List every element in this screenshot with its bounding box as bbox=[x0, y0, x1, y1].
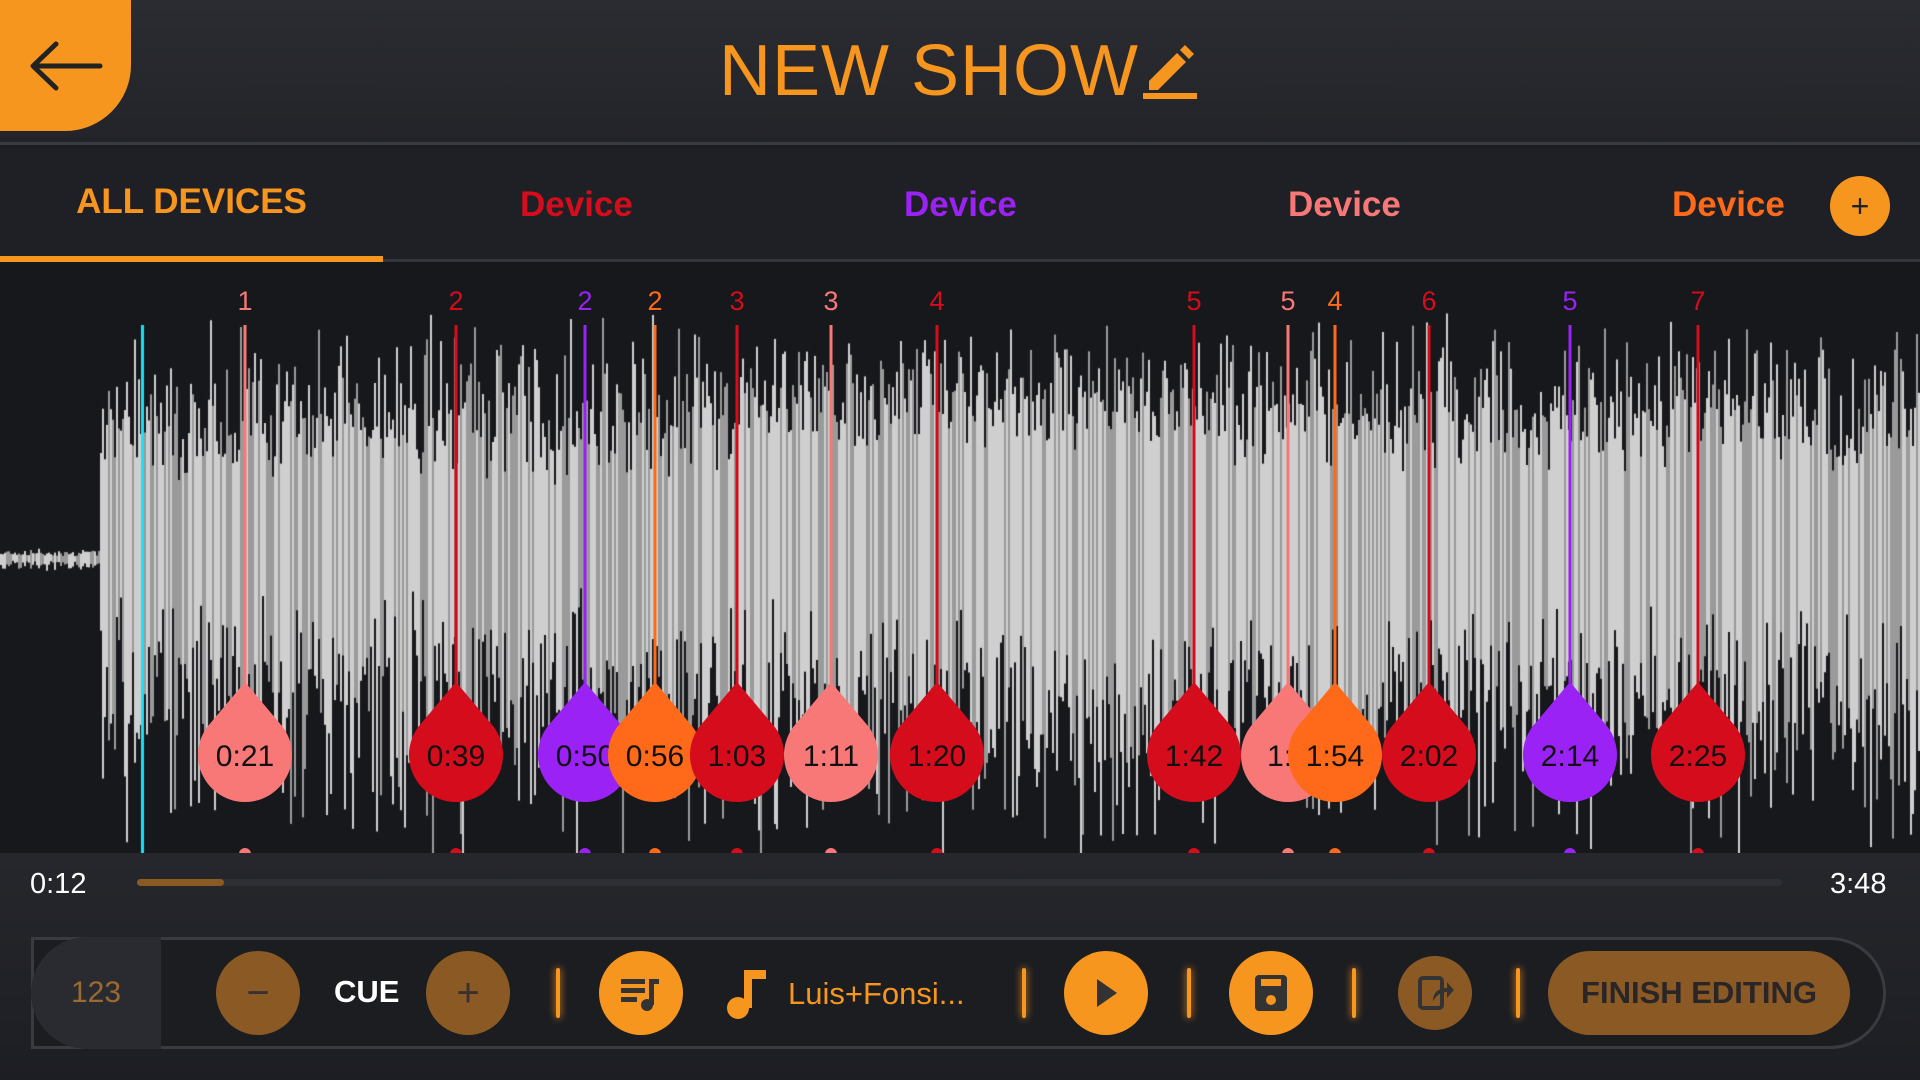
total-time: 3:48 bbox=[1830, 868, 1887, 900]
playlist-music-icon bbox=[621, 979, 659, 1011]
cue-number: 5 bbox=[1280, 286, 1295, 316]
cue-number: 2 bbox=[448, 286, 463, 316]
cue-line bbox=[829, 325, 833, 685]
cue-number: 4 bbox=[929, 286, 944, 316]
pencil-icon[interactable] bbox=[1139, 39, 1201, 101]
cue-line bbox=[454, 325, 458, 685]
cue-line bbox=[1333, 325, 1337, 685]
play-icon bbox=[1097, 979, 1117, 1007]
cue-plus-button[interactable]: + bbox=[426, 951, 510, 1035]
export-icon bbox=[1418, 976, 1454, 1010]
add-device-button[interactable]: + bbox=[1830, 176, 1890, 236]
cue-line bbox=[1192, 325, 1196, 685]
divider bbox=[1352, 968, 1356, 1018]
tab-device-4[interactable]: Device bbox=[1672, 148, 1785, 262]
divider bbox=[1516, 968, 1520, 1018]
song-selector[interactable]: Luis+Fonsi... bbox=[722, 968, 965, 1020]
cue-marker[interactable]: 4 1:20 bbox=[889, 286, 984, 860]
cue-marker[interactable]: 5 1:42 bbox=[1146, 286, 1241, 860]
cue-marker[interactable]: 4 1:54 bbox=[1287, 286, 1382, 860]
divider bbox=[1022, 968, 1026, 1018]
cue-time: 2:14 bbox=[1541, 740, 1599, 773]
cue-number-input[interactable]: 123 bbox=[31, 937, 161, 1049]
save-button[interactable] bbox=[1229, 951, 1313, 1035]
cue-markers: 1 0:21 2 0:39 2 0:50 2 0:56 3 1:03 3 1:11 4 1:20 5 1:42… bbox=[198, 286, 1745, 860]
save-icon bbox=[1255, 975, 1287, 1011]
tab-device-3[interactable]: Device bbox=[1288, 148, 1401, 262]
cue-marker[interactable]: 5 2:14 bbox=[1522, 286, 1617, 860]
cue-time: 0:50 bbox=[556, 740, 614, 773]
cue-time: 1:42 bbox=[1165, 740, 1223, 773]
cue-marker[interactable]: 2 0:56 bbox=[608, 286, 702, 860]
show-title[interactable]: NEW SHOW bbox=[0, 30, 1920, 112]
tab-device-1[interactable]: Device bbox=[520, 148, 633, 262]
cue-line bbox=[583, 325, 587, 685]
cue-number: 3 bbox=[729, 286, 744, 316]
cue-time: 1:03 bbox=[708, 740, 766, 773]
cue-line bbox=[243, 325, 247, 685]
divider bbox=[1187, 968, 1191, 1018]
export-button[interactable] bbox=[1398, 956, 1472, 1030]
tab-all-devices[interactable]: ALL DEVICES bbox=[0, 148, 383, 262]
music-note-icon bbox=[727, 970, 766, 1019]
cue-marker[interactable]: 3 1:11 bbox=[783, 286, 879, 860]
cue-line bbox=[1286, 325, 1290, 685]
cue-marker[interactable]: 2 0:39 bbox=[409, 286, 503, 860]
cue-line bbox=[1427, 325, 1431, 685]
progress-fill bbox=[137, 879, 225, 886]
divider bbox=[556, 968, 560, 1018]
cue-time: 0:39 bbox=[427, 740, 485, 773]
current-time: 0:12 bbox=[30, 868, 87, 900]
cue-marker[interactable]: 3 1:03 bbox=[690, 286, 784, 860]
cue-minus-button[interactable]: − bbox=[216, 951, 300, 1035]
progress-slider[interactable] bbox=[137, 879, 1782, 886]
header: NEW SHOW bbox=[0, 0, 1920, 145]
tab-device-2[interactable]: Device bbox=[904, 148, 1017, 262]
cue-time: 2:02 bbox=[1400, 740, 1458, 773]
cue-time: 0:56 bbox=[626, 740, 684, 773]
cue-marker[interactable]: 6 2:02 bbox=[1382, 286, 1476, 860]
cue-line bbox=[735, 325, 739, 685]
cue-number: 7 bbox=[1690, 286, 1705, 316]
play-button[interactable] bbox=[1064, 951, 1148, 1035]
cue-line bbox=[1568, 325, 1572, 685]
finish-editing-button[interactable]: FINISH EDITING bbox=[1548, 951, 1850, 1035]
cue-number: 3 bbox=[823, 286, 838, 316]
cue-number: 5 bbox=[1562, 286, 1577, 316]
cue-number: 5 bbox=[1186, 286, 1201, 316]
cue-number: 2 bbox=[647, 286, 662, 316]
cue-time: 1:54 bbox=[1306, 740, 1364, 773]
cue-marker[interactable]: 1 0:21 bbox=[198, 286, 292, 860]
cue-time: 1:11 bbox=[803, 740, 859, 773]
cue-line bbox=[653, 325, 657, 685]
cue-time: 1:20 bbox=[908, 740, 966, 773]
playlist-button[interactable] bbox=[599, 951, 683, 1035]
device-tabs: ALL DEVICES Device Device Device Device … bbox=[0, 148, 1920, 262]
cue-time: 0:21 bbox=[216, 740, 274, 773]
cue-number: 1 bbox=[237, 286, 252, 316]
cue-label: CUE bbox=[334, 974, 400, 1009]
cue-line bbox=[1696, 325, 1700, 685]
cue-number: 2 bbox=[577, 286, 592, 316]
cue-marker[interactable]: 7 2:25 bbox=[1650, 286, 1745, 860]
cue-number: 4 bbox=[1327, 286, 1342, 316]
cue-line bbox=[935, 325, 939, 685]
cue-time: 2:25 bbox=[1669, 740, 1727, 773]
cue-number: 6 bbox=[1421, 286, 1436, 316]
